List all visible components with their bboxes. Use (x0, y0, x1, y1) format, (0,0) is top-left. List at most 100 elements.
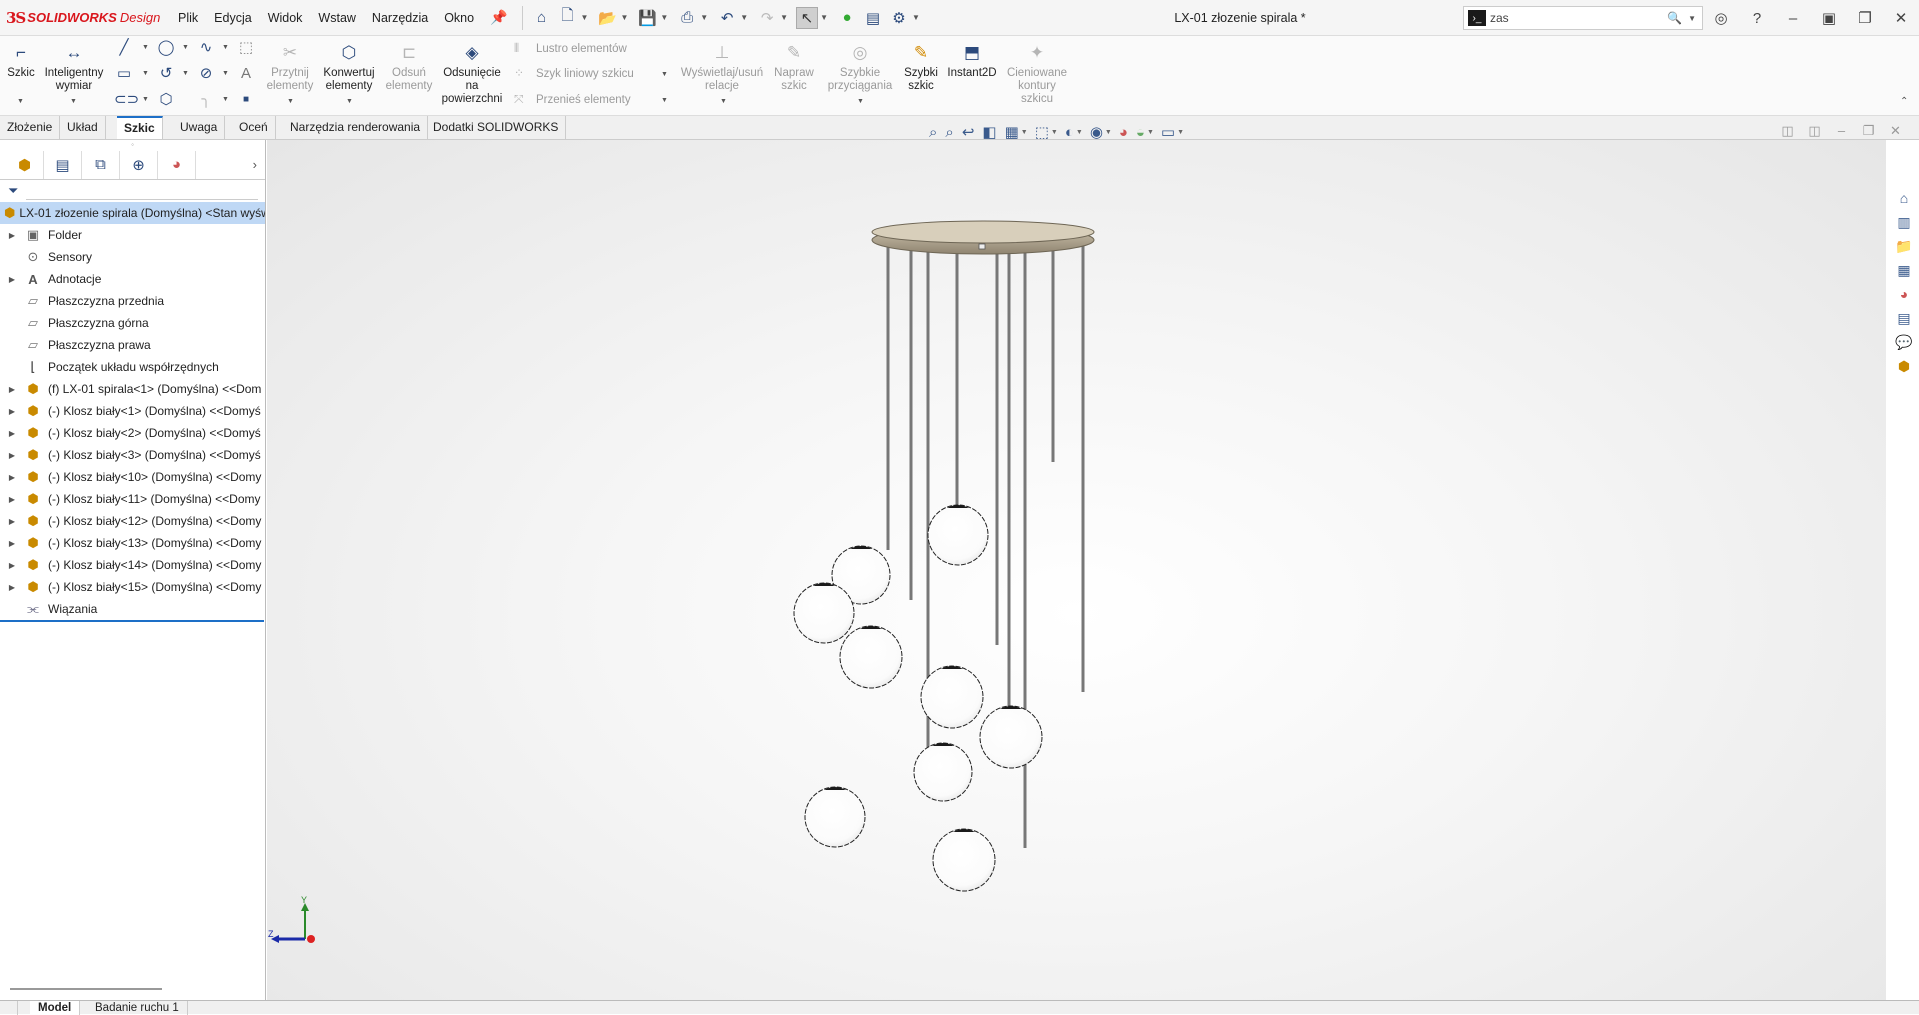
tree-item[interactable]: ▶ ⬢ (-) Klosz biały<15> (Domyślna) <<Domy (0, 576, 265, 598)
menu-widok[interactable]: Widok (260, 0, 311, 36)
mirror-entities-button[interactable]: ⫴ Lustro elementów (514, 41, 627, 57)
chevron-down-icon[interactable]: ▼ (346, 98, 353, 105)
filter-input[interactable] (26, 182, 259, 200)
tab-szkic[interactable]: Szkic (117, 116, 163, 139)
chevron-down-icon[interactable]: ▼ (1177, 129, 1184, 136)
chevron-down-icon[interactable]: ▼ (857, 98, 864, 105)
line-icon[interactable]: ╱ (114, 38, 134, 58)
text-icon[interactable]: A (236, 64, 256, 84)
collapse-ribbon-icon[interactable]: ⌃ (1900, 96, 1908, 107)
chevron-down-icon[interactable]: ▼ (142, 96, 149, 103)
forum-icon[interactable]: 💬 (1889, 334, 1919, 358)
redo-icon[interactable]: ↷ (756, 7, 778, 29)
chevron-down-icon[interactable]: ▼ (720, 98, 727, 105)
save-icon[interactable]: 💾 (636, 7, 658, 29)
tree-item[interactable]: ⌊ Początek układu współrzędnych (0, 356, 265, 378)
tree-item[interactable]: ▶ ⬢ (f) LX-01 spirala<1> (Domyślna) <<Dom (0, 378, 265, 400)
chevron-down-icon[interactable]: ▼ (222, 44, 229, 51)
menu-okno[interactable]: Okno (436, 0, 482, 36)
chevron-down-icon[interactable]: ▼ (740, 13, 748, 22)
assembly-task-icon[interactable]: ⬢ (1889, 358, 1919, 382)
tree-item[interactable]: ▶ ⬢ (-) Klosz biały<14> (Domyślna) <<Domy (0, 554, 265, 576)
expand-arrow-icon[interactable]: ▶ (6, 473, 18, 482)
expand-arrow-icon[interactable]: ▶ (6, 517, 18, 526)
chevron-down-icon[interactable]: ▼ (142, 44, 149, 51)
search-icon[interactable]: 🔍 (1667, 11, 1682, 25)
feature-manager-tree-icon[interactable]: ⬢ (6, 150, 44, 179)
tree-item[interactable]: ▶ ⬢ (-) Klosz biały<13> (Domyślna) <<Domy (0, 532, 265, 554)
minimize-icon[interactable]: – (1775, 10, 1811, 27)
move-entities-button[interactable]: ⤧ Przenieś elementy (514, 92, 631, 108)
arc-icon[interactable]: ↺ (156, 64, 176, 84)
split-right-icon[interactable]: ◫ (1801, 123, 1828, 139)
chevron-down-icon[interactable]: ▼ (222, 96, 229, 103)
panel-grip[interactable]: ◦ (0, 140, 265, 150)
viewport-minimize-icon[interactable]: – (1828, 123, 1855, 139)
zoom-to-fit-icon[interactable]: ⌕ (929, 124, 937, 141)
smart-dimension-button[interactable]: ↔ Inteligentny wymiar (40, 42, 108, 93)
tree-item[interactable]: ▱ Płaszczyzna przednia (0, 290, 265, 312)
tab-motion-study-1[interactable]: Badanie ruchu 1 (87, 1001, 188, 1015)
chandelier-model[interactable] (267, 140, 1886, 1000)
display-style-icon[interactable]: ◐ (1065, 124, 1074, 141)
tab-uwaga[interactable]: Uwaga (173, 116, 226, 139)
menu-edycja[interactable]: Edycja (206, 0, 260, 36)
rectangle-icon[interactable]: ▭ (114, 64, 134, 84)
chevron-down-icon[interactable]: ▼ (581, 13, 589, 22)
dynamic-annotation-icon[interactable]: ▦ (1005, 123, 1019, 141)
chevron-down-icon[interactable]: ▼ (222, 70, 229, 77)
section-view-icon[interactable]: ◧ (982, 123, 996, 141)
tree-item[interactable]: ▶ ⬢ (-) Klosz biały<3> (Domyślna) <<Domyś (0, 444, 265, 466)
fillet-icon[interactable]: ⊘ (196, 64, 216, 84)
expand-arrow-icon[interactable]: ▶ (6, 451, 18, 460)
tab-dodatki-solidworks[interactable]: Dodatki SOLIDWORKS (426, 116, 567, 139)
menu-narzedzia[interactable]: Narzędzia (364, 0, 436, 36)
tree-item[interactable]: ▶ ▣ Folder (0, 224, 265, 246)
chevron-down-icon[interactable]: ▼ (1147, 129, 1154, 136)
quick-snaps-button[interactable]: ◎ Szybkie przyciągania (824, 42, 896, 93)
restore-icon[interactable]: ❐ (1847, 9, 1883, 27)
chevron-down-icon[interactable]: ▼ (661, 97, 668, 104)
appearances-scenes-icon[interactable]: ◕ (1889, 286, 1919, 310)
rollback-bar[interactable] (0, 620, 264, 622)
new-document-icon[interactable]: 🗋 (557, 7, 579, 29)
instant2d-button[interactable]: ⬒ Instant2D (944, 42, 1000, 80)
property-manager-icon[interactable]: ▤ (44, 150, 82, 179)
tree-item[interactable]: ▶ ⬢ (-) Klosz biały<1> (Domyślna) <<Domyś (0, 400, 265, 422)
tree-item[interactable]: ▱ Płaszczyzna górna (0, 312, 265, 334)
tree-item[interactable]: ▶ A Adnotacje (0, 268, 265, 290)
split-left-icon[interactable]: ◫ (1774, 123, 1801, 139)
previous-view-icon[interactable]: ↩ (962, 123, 975, 141)
chevron-down-icon[interactable]: ▼ (182, 70, 189, 77)
hide-show-items-icon[interactable]: ◉ (1090, 123, 1103, 141)
view-orientation-icon[interactable]: ⬚ (1035, 123, 1049, 141)
tree-item[interactable]: ▶ ⬢ (-) Klosz biały<12> (Domyślna) <<Domy (0, 510, 265, 532)
circle-icon[interactable]: ◯ (156, 38, 176, 58)
tree-item[interactable]: ⊙ Sensory (0, 246, 265, 268)
viewport-restore-icon[interactable]: ❐ (1855, 123, 1882, 139)
help-icon[interactable]: ? (1739, 10, 1775, 27)
apply-scene-icon[interactable]: ◒ (1136, 124, 1145, 141)
tab-narzedzia-renderowania[interactable]: Narzędzia renderowania (283, 116, 429, 139)
tree-item[interactable]: ▶ ⬢ (-) Klosz biały<11> (Domyślna) <<Domy (0, 488, 265, 510)
expand-arrow-icon[interactable]: ▶ (6, 539, 18, 548)
rapid-sketch-button[interactable]: ✎ Szybki szkic (902, 42, 940, 93)
print-icon[interactable]: ⎙ (676, 7, 698, 29)
home-icon[interactable]: ⌂ (531, 7, 553, 29)
chevron-down-icon[interactable]: ▼ (1076, 129, 1083, 136)
custom-properties-icon[interactable]: ▤ (1889, 310, 1919, 334)
close-icon[interactable]: ✕ (1883, 9, 1919, 27)
tree-filter[interactable]: ⏷ (0, 180, 265, 202)
point-icon[interactable]: ■ (236, 90, 256, 110)
fillet-corner-icon[interactable]: ╮ (196, 90, 216, 110)
solidworks-logo[interactable]: 3S SOLIDWORKS Design (0, 9, 170, 27)
chevron-down-icon[interactable]: ▼ (620, 13, 628, 22)
shaded-sketch-contours-button[interactable]: ✦ Cieniowane kontury szkicu (1004, 42, 1070, 106)
filter-icon[interactable]: ⏷ (8, 183, 18, 199)
command-search[interactable]: ›_ 🔍 ▼ (1463, 6, 1703, 30)
tab-model[interactable]: Model (30, 1001, 81, 1015)
undo-icon[interactable]: ↶ (716, 7, 738, 29)
tree-item[interactable]: ▱ Płaszczyzna prawa (0, 334, 265, 356)
display-delete-relations-button[interactable]: ⊥ Wyświetlaj/usuń relacje (676, 42, 768, 93)
trim-entities-button[interactable]: ✂ Przytnij elementy (266, 42, 314, 93)
